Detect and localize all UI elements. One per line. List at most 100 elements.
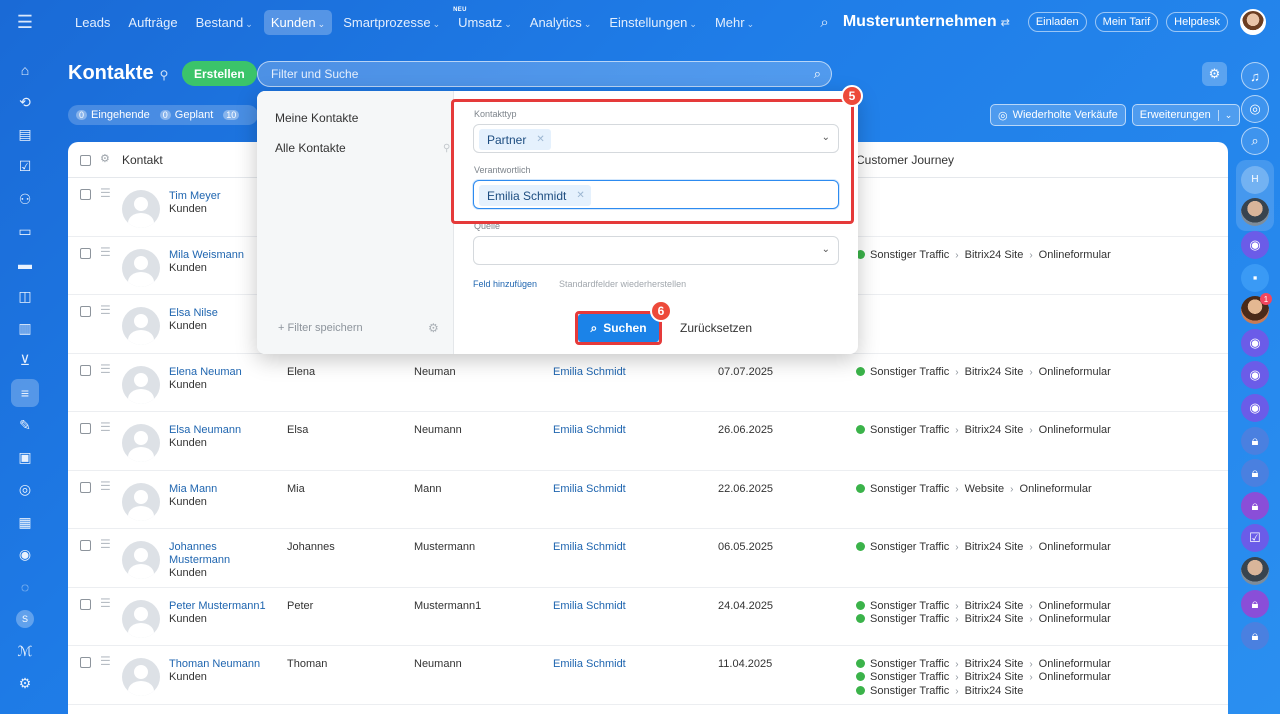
column-customer-journey[interactable]: Customer Journey: [856, 153, 954, 167]
pin-icon[interactable]: ⚲: [443, 143, 450, 154]
nav-item-auftr-ge[interactable]: Aufträge: [121, 10, 184, 35]
openline-icon[interactable]: ◉: [1241, 328, 1269, 357]
drag-handle-icon[interactable]: ☰: [100, 303, 111, 317]
counter-item[interactable]: 0 Eingehende: [76, 109, 150, 121]
drag-handle-icon[interactable]: ☰: [100, 479, 111, 493]
my-tariff-button[interactable]: Mein Tarif: [1094, 12, 1159, 32]
responsible-link[interactable]: Emilia Schmidt: [553, 541, 626, 553]
inbox-icon[interactable]: ⟲: [11, 88, 39, 116]
row-checkbox[interactable]: [80, 481, 91, 493]
nav-item-umsatz[interactable]: NEU Umsatz ⌄: [451, 7, 519, 35]
inventory-icon[interactable]: ▬: [11, 250, 39, 278]
chat-avatar[interactable]: [1241, 556, 1269, 585]
openline-icon[interactable]: ◉: [1241, 393, 1269, 422]
contacts-icon[interactable]: ⚇: [11, 185, 39, 213]
invite-button[interactable]: Einladen: [1027, 12, 1087, 32]
extensions-button[interactable]: Erweiterungen ⌄: [1131, 104, 1241, 126]
table-row[interactable]: ☰ Thoman Neumann Kunden Thoman Neumann Emilia…: [68, 646, 1228, 705]
document-icon[interactable]: ▤: [11, 121, 39, 149]
gear-icon[interactable]: ⚙: [1202, 62, 1227, 86]
nav-item-leads[interactable]: Leads: [68, 10, 117, 35]
shop-icon[interactable]: ⊻: [11, 347, 39, 375]
s-icon[interactable]: S: [11, 605, 39, 633]
responsible-link[interactable]: Emilia Schmidt: [553, 424, 626, 436]
lock-icon[interactable]: 🔒︎: [1241, 491, 1269, 520]
contact-name-link[interactable]: Elsa Neumann: [169, 424, 269, 437]
table-row[interactable]: ☰ Peter Mustermann1 Kunden Peter Mustermann1…: [68, 588, 1228, 646]
pin-icon[interactable]: ⚲: [160, 68, 169, 82]
tasks-chat-icon[interactable]: ☑: [1241, 524, 1269, 553]
search-icon[interactable]: ⌕: [820, 14, 828, 31]
tasks-icon[interactable]: ☑: [11, 153, 39, 181]
responsible-link[interactable]: Emilia Schmidt: [553, 483, 626, 495]
preset-all-contacts[interactable]: Alle Kontakte: [275, 141, 346, 155]
create-button[interactable]: Erstellen: [182, 61, 257, 86]
row-checkbox[interactable]: [80, 189, 91, 200]
counter-item[interactable]: 10: [223, 109, 243, 121]
lock-icon[interactable]: 🔒︎: [1241, 459, 1269, 488]
company-switcher[interactable]: Musterunternehmen ⇄: [843, 13, 1010, 31]
user-avatar[interactable]: [1240, 9, 1266, 35]
chat-avatar-woman[interactable]: 1: [1241, 293, 1272, 325]
nav-item-einstellungen[interactable]: Einstellungen ⌄: [602, 10, 704, 35]
lock-icon[interactable]: 🔒︎: [1241, 622, 1269, 651]
gear-icon[interactable]: ⚙: [100, 152, 110, 165]
table-row[interactable]: ☰ Mia Mann Kunden Mia Mann Emilia Schmidt 22.0…: [68, 471, 1228, 529]
drag-handle-icon[interactable]: ☰: [100, 420, 111, 434]
home-icon[interactable]: ⌂: [11, 56, 39, 84]
chat-search-icon[interactable]: ⌕: [1241, 127, 1269, 156]
copilot-icon[interactable]: ◎: [1241, 94, 1269, 123]
nav-item-smartprozesse[interactable]: Smartprozesse ⌄: [336, 10, 447, 35]
openline-icon[interactable]: ◉: [1241, 230, 1269, 259]
repeat-sales-button[interactable]: ◎ Wiederholte Verkäufe: [990, 104, 1126, 126]
drag-handle-icon[interactable]: ☰: [100, 596, 111, 610]
lock-icon[interactable]: 🔒︎: [1241, 426, 1269, 455]
presentation-icon[interactable]: ◫: [11, 282, 39, 310]
restore-defaults-link[interactable]: Standardfelder wiederherstellen: [559, 279, 686, 289]
lock-icon[interactable]: 🔒︎: [1241, 589, 1269, 618]
select-all-checkbox[interactable]: [80, 155, 91, 166]
nav-item-kunden[interactable]: Kunden ⌄: [263, 9, 333, 35]
drag-handle-icon[interactable]: ☰: [100, 537, 111, 551]
docs-icon[interactable]: ▭: [11, 217, 39, 245]
preset-my-contacts[interactable]: Meine Kontakte: [275, 111, 358, 125]
chat-bubble-icon[interactable]: ▪: [1241, 263, 1269, 292]
robot-icon[interactable]: ◉: [11, 540, 39, 568]
drag-handle-icon[interactable]: ☰: [100, 186, 111, 200]
drag-handle-icon[interactable]: ☰: [100, 362, 111, 376]
user-h-icon[interactable]: H: [1241, 165, 1269, 194]
filter-search-input[interactable]: Filter und Suche ⌕: [257, 61, 832, 87]
gear-icon[interactable]: ⚙: [428, 321, 439, 335]
nav-item-analytics[interactable]: Analytics ⌄: [523, 10, 599, 35]
chat-avatar[interactable]: [1241, 198, 1269, 227]
nav-item-bestand[interactable]: Bestand ⌄: [189, 10, 260, 35]
contact-name-link[interactable]: Mila Weismann: [169, 249, 269, 262]
target-icon[interactable]: ◌: [11, 573, 39, 601]
source-select[interactable]: ⌄: [473, 236, 839, 265]
contact-name-link[interactable]: Elsa Nilse: [169, 307, 269, 320]
drag-handle-icon[interactable]: ☰: [100, 245, 111, 259]
contact-name-link[interactable]: Elena Neuman: [169, 366, 269, 379]
drag-handle-icon[interactable]: ☰: [100, 654, 111, 668]
add-field-link[interactable]: Feld hinzufügen: [473, 279, 537, 289]
contact-name-link[interactable]: Peter Mustermann1: [169, 600, 269, 613]
table-row[interactable]: ☰ Johannes Mustermann Kunden Johannes Muster…: [68, 529, 1228, 588]
contact-name-link[interactable]: Thoman Neumann: [169, 658, 269, 671]
contact-name-link[interactable]: Johannes Mustermann: [169, 541, 269, 567]
row-checkbox[interactable]: [80, 423, 91, 434]
notifications-icon[interactable]: ♫: [1241, 62, 1269, 90]
settings-icon[interactable]: ⚙: [11, 670, 39, 698]
chevron-down-icon[interactable]: ⌄: [822, 244, 830, 255]
counter-item[interactable]: 0 Geplant: [159, 109, 213, 121]
row-checkbox[interactable]: [80, 364, 91, 376]
id-card-icon[interactable]: ▣: [11, 444, 39, 472]
search-icon[interactable]: ⌕: [814, 66, 821, 82]
contact-name-link[interactable]: Tim Meyer: [169, 190, 269, 203]
helpdesk-button[interactable]: Helpdesk: [1166, 12, 1228, 32]
responsible-link[interactable]: Emilia Schmidt: [553, 600, 626, 612]
reset-button[interactable]: Zurücksetzen: [680, 321, 752, 335]
crm-filter-icon[interactable]: ≡: [11, 378, 39, 407]
sites-icon[interactable]: ℳ: [11, 637, 39, 665]
row-checkbox[interactable]: [80, 540, 91, 551]
signature-icon[interactable]: ✎: [11, 411, 39, 439]
